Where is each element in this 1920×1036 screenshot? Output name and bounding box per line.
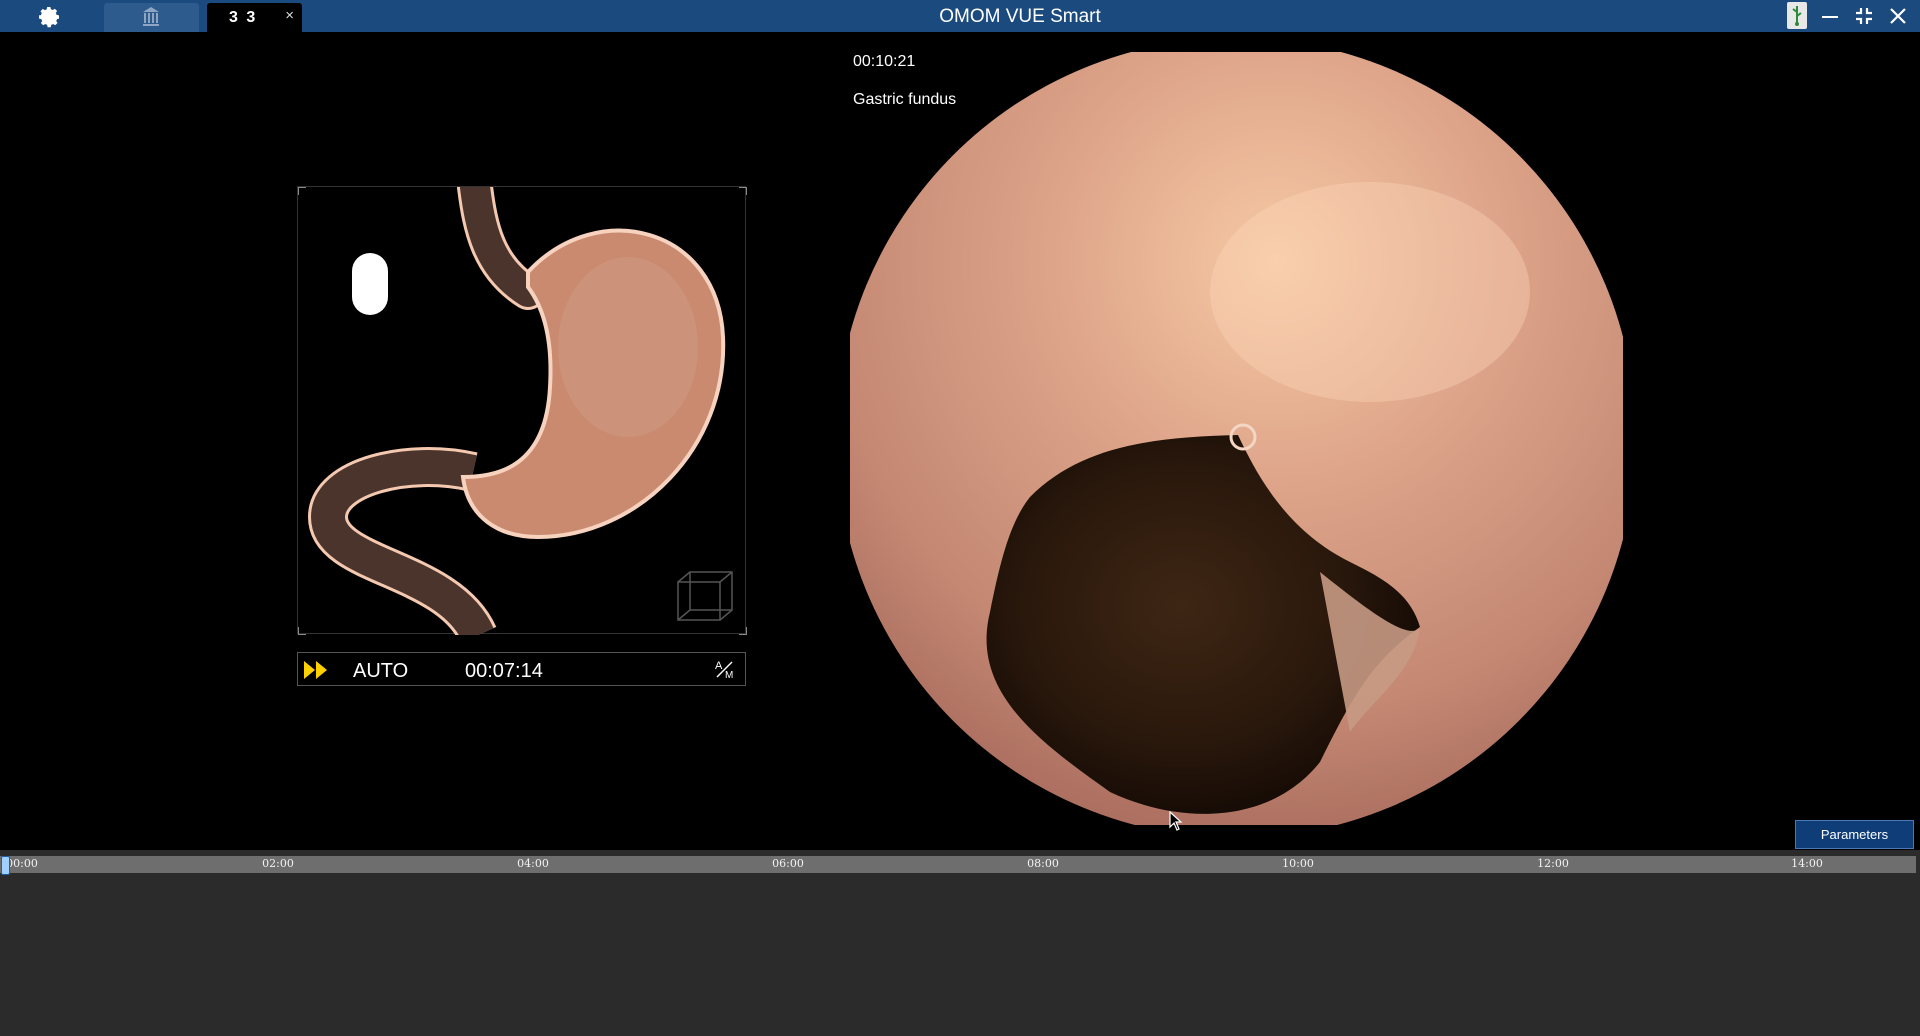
app-title: OMOM VUE Smart [939, 6, 1101, 27]
timeline-playhead[interactable] [1, 856, 10, 875]
timeline-tick: 12:00 [1537, 857, 1569, 870]
parameters-button[interactable]: Parameters [1795, 820, 1914, 849]
auto-manual-toggle-icon[interactable]: A M [713, 658, 737, 681]
endoscope-image [850, 52, 1623, 825]
timeline-tick: 14:00 [1791, 857, 1823, 870]
mouse-cursor-icon [1169, 810, 1183, 836]
stomach-model-panel [297, 169, 748, 645]
title-bar: 3 3 × OMOM VUE Smart [0, 0, 1920, 32]
mode-label: AUTO [353, 660, 409, 682]
timeline-tick: 10:00 [1282, 857, 1314, 870]
timeline-tick: 08:00 [1027, 857, 1059, 870]
timeline-tick: 06:00 [772, 857, 804, 870]
svg-text:A: A [715, 660, 723, 672]
fast-forward-icon[interactable] [303, 659, 329, 686]
model-status-bar: AUTO 00:07:14 A M [297, 652, 746, 686]
restore-icon[interactable] [1852, 4, 1876, 28]
timeline-scrubber[interactable]: 00:00 02:00 04:00 06:00 08:00 10:00 12:0… [0, 856, 1916, 875]
usb-icon[interactable] [1787, 2, 1807, 29]
timeline-tick: 04:00 [517, 857, 549, 870]
minimize-icon[interactable] [1818, 4, 1842, 28]
bottom-panel [0, 850, 1920, 1036]
view-cube-icon [677, 571, 733, 621]
svg-text:M: M [725, 670, 733, 680]
timeline-tick: 00:00 [6, 857, 38, 870]
capsule-marker [352, 253, 388, 315]
elapsed-time: 00:07:14 [465, 660, 543, 682]
stomach-model-diagram [297, 169, 748, 645]
close-icon[interactable] [1886, 4, 1910, 28]
timeline-tick: 02:00 [262, 857, 294, 870]
